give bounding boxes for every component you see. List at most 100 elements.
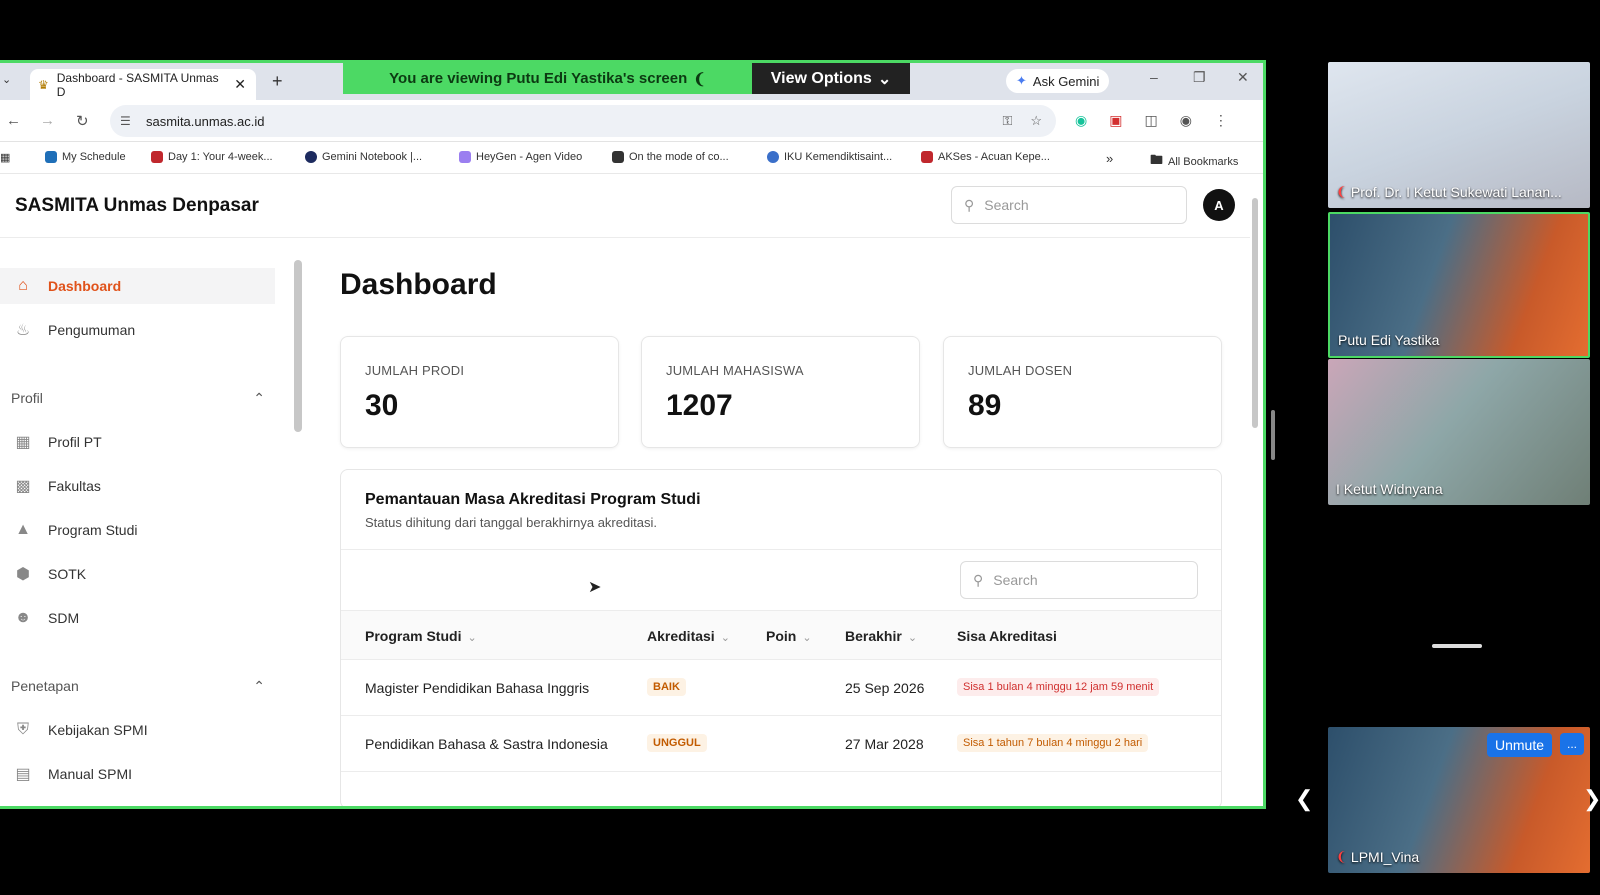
tab-title: Dashboard - SASMITA Unmas D [56,70,219,99]
section-profil[interactable]: Profil ⌃ [11,390,265,407]
bookmark-label: HeyGen - Agen Video [476,151,583,163]
profile-icon[interactable]: ◉ [1180,112,1192,129]
divider [341,549,1221,550]
prev-page-icon[interactable]: ❮ [1295,786,1313,812]
sidebar-item-sdm[interactable]: ☻ SDM [0,600,275,636]
header-search-input[interactable]: ⚲ Search [951,186,1187,224]
table-search-input[interactable]: ⚲ Search [960,561,1198,599]
folder-icon: 🖿 [1150,152,1164,167]
grammarly-icon[interactable]: ◉ [1075,112,1087,129]
star-icon[interactable]: ☆ [1030,113,1042,129]
sidebar-item-manual-spmi[interactable]: ▤ Manual SPMI [0,756,275,792]
self-view-tile[interactable]: Unmute ... ❨ LPMI_Vina [1328,727,1590,873]
page-scroll-thumb[interactable] [1252,198,1258,428]
table-row[interactable]: Pendidikan Bahasa & Sastra Indonesia UNG… [341,716,1221,772]
sidebar-item-label: Manual SPMI [48,766,133,782]
key-icon[interactable]: ⚿ [1002,113,1012,129]
sidebar-item-kebijakan-spmi[interactable]: ⛨ Kebijakan SPMI [0,712,275,748]
window-close-icon[interactable]: ✕ [1237,69,1249,86]
kebab-menu-icon[interactable]: ⋮ [1214,112,1228,129]
cell-berakhir: 27 Mar 2028 [845,736,924,752]
all-bookmarks-label: All Bookmarks [1168,156,1239,168]
bookmark-item[interactable]: My Schedule [45,151,126,163]
url-text: sasmita.unmas.ac.id [146,113,265,129]
bookmark-item[interactable]: AKSes - Acuan Kepe... [921,151,1050,163]
sort-icon: ⌄ [467,632,477,644]
ask-gemini-label: Ask Gemini [1032,73,1100,89]
sidebar-scrollbar[interactable] [294,242,302,806]
forward-icon[interactable]: → [40,112,55,129]
unmute-button[interactable]: Unmute [1486,733,1552,757]
panel-drag-handle[interactable] [1432,644,1482,648]
all-bookmarks[interactable]: 🖿 All Bookmarks [1150,151,1238,173]
banner-text: You are viewing Putu Edi Yastika's scree… [389,70,688,87]
restore-icon[interactable]: ❐ [1193,69,1206,86]
view-options-label: View Options [770,69,872,87]
resize-handle[interactable] [1271,410,1275,460]
stat-value: 30 [365,389,399,422]
sidebar-item-sotk[interactable]: ⬢ SOTK [0,556,275,592]
search-icon: ⚲ [964,196,975,213]
ask-gemini-button[interactable]: ✦ Ask Gemini [1006,69,1110,93]
new-tab-icon[interactable]: + [272,71,283,92]
sidebar-item-program-studi[interactable]: ▲ Program Studi [0,512,275,548]
participant-tile[interactable]: I Ketut Widnyana [1328,359,1590,505]
address-bar[interactable]: ☰ sasmita.unmas.ac.id ⚿ ☆ [110,105,1056,137]
sidebar-item-pengumuman[interactable]: ♨ Pengumuman [0,312,275,348]
participant-tile[interactable]: ❨ Prof. Dr. I Ketut Sukewati Lanan... [1328,62,1590,208]
sidebar-item-profil-pt[interactable]: ▦ Profil PT [0,424,275,460]
sidebar-item-dashboard[interactable]: ⌂ Dashboard [0,268,275,304]
section-penetapan[interactable]: Penetapan ⌃ [11,678,265,695]
participants-panel: ❨ Prof. Dr. I Ketut Sukewati Lanan... Put… [1283,0,1600,895]
accreditation-panel: Pemantauan Masa Akreditasi Program Studi… [340,469,1222,806]
sparkle-icon: ✦ [1016,73,1027,88]
app-title: SASMITA Unmas Denpasar [15,195,259,216]
search-placeholder: Search [984,197,1029,213]
more-options-button[interactable]: ... [1559,733,1584,755]
back-icon[interactable]: ← [6,112,21,129]
bookmark-item[interactable]: HeyGen - Agen Video [459,151,582,163]
bookmark-item[interactable]: IKU Kemendiktisaint... [767,151,892,163]
column-header-berakhir[interactable]: Berakhir ⌄ [845,628,917,644]
bookmark-item[interactable]: Gemini Notebook |... [305,151,422,163]
heygen-icon [459,151,471,163]
column-header-poin[interactable]: Poin ⌄ [766,628,812,644]
reload-icon[interactable]: ↻ [76,112,89,130]
column-header-program-studi[interactable]: Program Studi ⌄ [365,628,477,644]
column-header-akreditasi[interactable]: Akreditasi ⌄ [647,628,730,644]
puzzle-icon[interactable]: ◫ [1144,112,1157,129]
participant-name-text: I Ketut Widnyana [1336,481,1443,497]
minimize-icon[interactable]: – [1150,69,1158,85]
site-info-icon[interactable]: ☰ [120,114,131,128]
chevron-up-icon: ⌃ [253,678,265,694]
section-label: Penetapan [11,678,79,694]
search-icon: ⚲ [973,571,984,588]
more-bookmarks-icon[interactable]: » [1106,151,1113,166]
mic-off-icon: ❨ [693,70,706,88]
bookmark-item[interactable]: On the mode of co... [612,151,729,163]
extension-red-icon[interactable]: ▣ [1109,112,1122,129]
extensions-bar: ◉ ▣ ◫ ◉ ⋮ [1075,112,1228,129]
participant-tile-active[interactable]: Putu Edi Yastika [1328,212,1590,358]
tab-search-icon[interactable]: ⌄ [2,73,11,86]
app-header: SASMITA Unmas Denpasar ⚲ Search A [0,174,1250,238]
page-scrollbar[interactable] [1252,178,1258,806]
sidebar-item-label: Dashboard [48,278,122,294]
bookmark-item[interactable]: Day 1: Your 4-week... [151,151,273,163]
bookmark-label: IKU Kemendiktisaint... [784,151,893,163]
stat-label: JUMLAH PRODI [365,363,465,378]
sidebar-item-fakultas[interactable]: ▩ Fakultas [0,468,275,504]
table-row[interactable]: Magister Pendidikan Bahasa Inggris BAIK … [341,660,1221,716]
avatar[interactable]: A [1203,189,1235,221]
web-page: SASMITA Unmas Denpasar ⚲ Search A ⌂ Dash… [0,174,1258,806]
page-title: Dashboard [340,268,497,301]
bookmark-label: AKSes - Acuan Kepe... [938,151,1050,163]
next-page-icon[interactable]: ❯ [1583,786,1600,812]
view-options-button[interactable]: View Options ⌄ [752,63,910,94]
browser-tab[interactable]: ♛ Dashboard - SASMITA Unmas D ✕ [30,69,256,100]
close-tab-icon[interactable]: ✕ [234,76,246,93]
sidebar-scroll-thumb[interactable] [294,260,302,432]
apps-icon[interactable]: ▦ [0,151,10,164]
chevron-down-icon: ⌄ [877,70,892,88]
sisa-badge: Sisa 1 bulan 4 minggu 12 jam 59 menit [957,678,1160,696]
